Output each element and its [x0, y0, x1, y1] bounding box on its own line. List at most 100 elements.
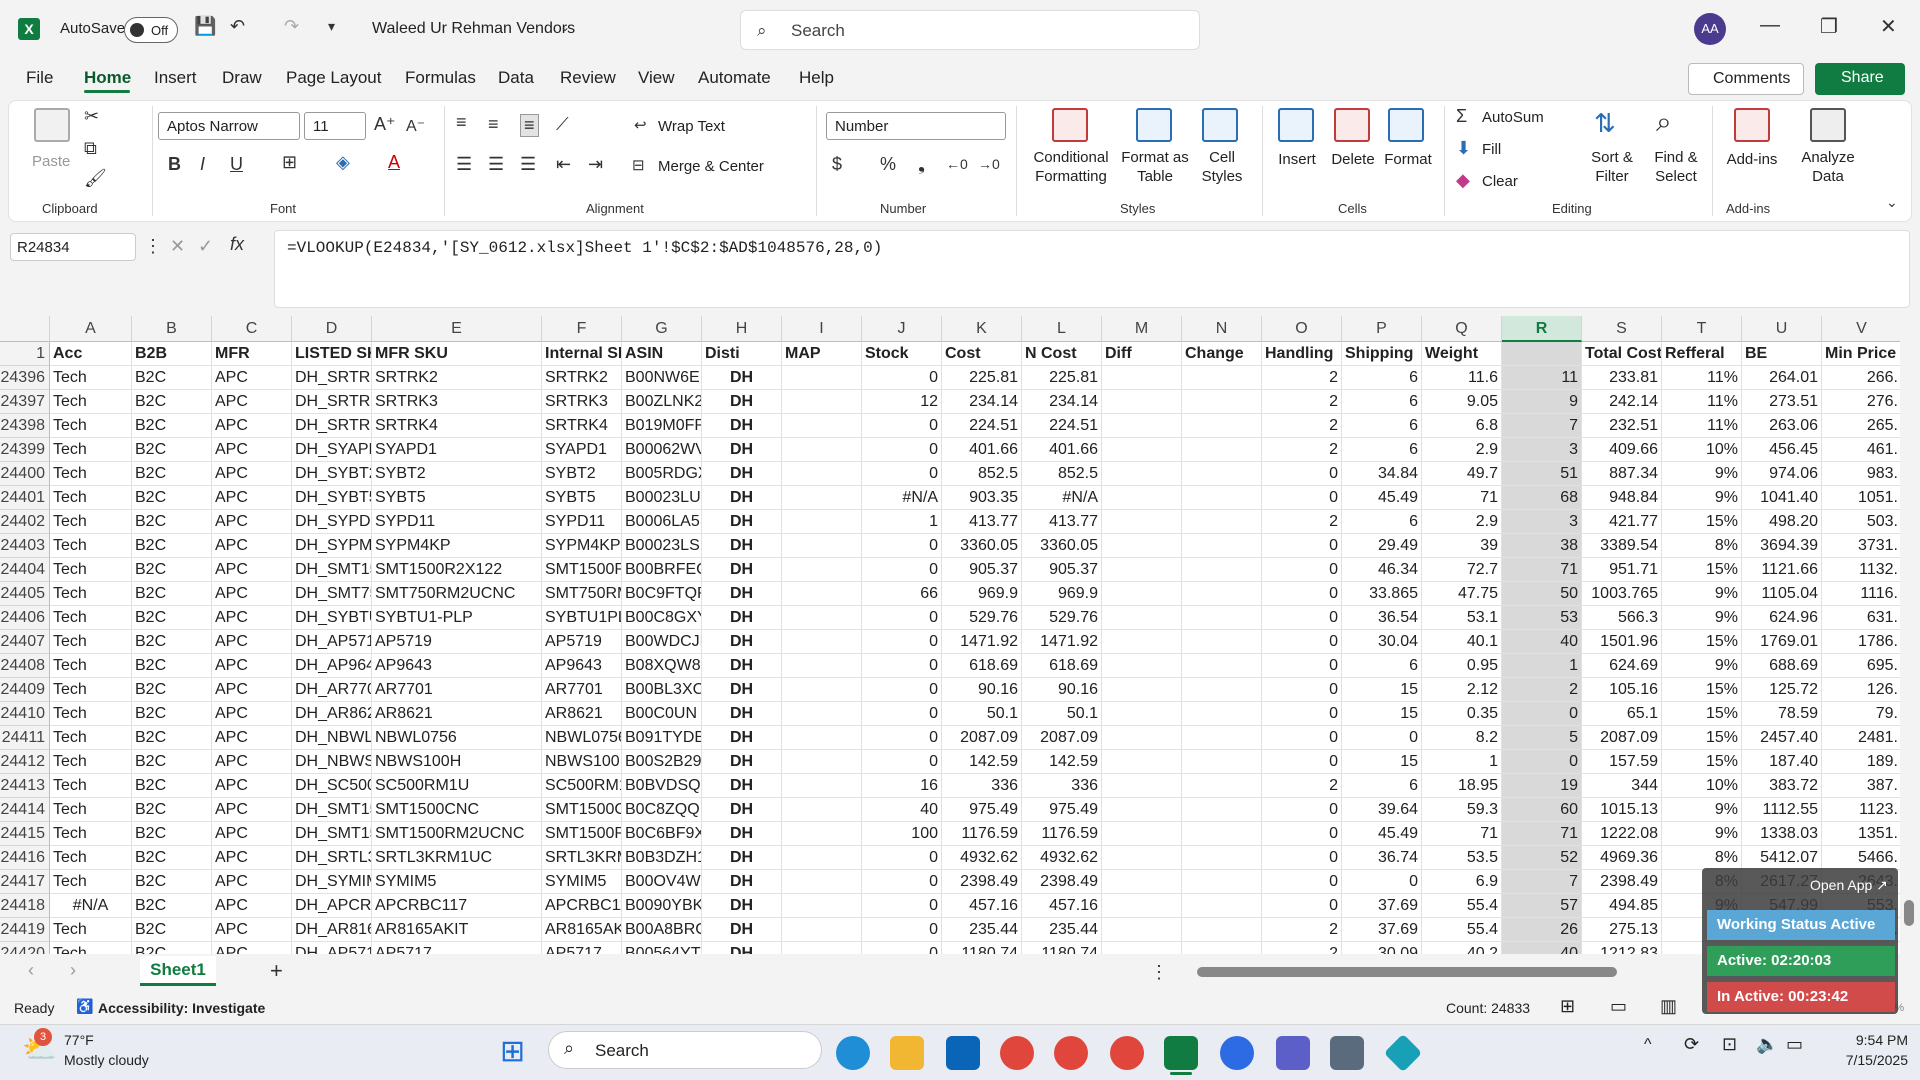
table-cell[interactable]: 45.49 — [1342, 486, 1422, 510]
table-cell[interactable] — [1102, 894, 1182, 918]
table-cell[interactable]: 1212.83 — [1582, 942, 1662, 954]
row-header[interactable]: 24401 — [0, 486, 50, 510]
row-header[interactable]: 24398 — [0, 414, 50, 438]
table-cell[interactable]: 6 — [1342, 774, 1422, 798]
battery-icon[interactable]: ▭ — [1786, 1034, 1803, 1055]
table-cell[interactable] — [1182, 558, 1262, 582]
table-cell[interactable]: 0 — [1502, 702, 1582, 726]
table-cell[interactable]: 401.66 — [1022, 438, 1102, 462]
increase-indent-icon[interactable]: ⇥ — [588, 154, 603, 175]
minimize-icon[interactable]: — — [1760, 14, 1780, 37]
bold-icon[interactable]: B — [168, 154, 181, 175]
table-cell[interactable] — [1182, 750, 1262, 774]
table-cell[interactable] — [782, 390, 862, 414]
table-cell[interactable]: SYBT5 — [542, 486, 622, 510]
table-cell[interactable]: 50.1 — [1022, 702, 1102, 726]
italic-icon[interactable]: I — [200, 154, 205, 175]
weather-description[interactable]: Mostly cloudy — [64, 1052, 149, 1068]
table-cell[interactable]: 0 — [862, 894, 942, 918]
table-cell[interactable]: 529.76 — [1022, 606, 1102, 630]
table-cell[interactable]: APC — [212, 486, 292, 510]
tab-view[interactable]: View — [638, 68, 675, 88]
table-cell[interactable]: 1222.08 — [1582, 822, 1662, 846]
sort-filter-button[interactable]: Sort & Filter — [1582, 148, 1642, 186]
table-cell[interactable]: B2C — [132, 726, 212, 750]
align-left-icon[interactable]: ☰ — [456, 154, 472, 175]
row-header[interactable]: 24418 — [0, 894, 50, 918]
borders-icon[interactable]: ⊞ — [282, 152, 297, 173]
table-cell[interactable]: 0 — [1262, 870, 1342, 894]
table-cell[interactable]: 0 — [862, 366, 942, 390]
header-cell[interactable]: Diff — [1102, 342, 1182, 366]
row-header[interactable]: 24402 — [0, 510, 50, 534]
table-cell[interactable]: DH_AR8621 — [292, 702, 372, 726]
table-cell[interactable] — [1102, 822, 1182, 846]
table-cell[interactable]: 9.05 — [1422, 390, 1502, 414]
table-cell[interactable] — [1182, 774, 1262, 798]
table-cell[interactable]: B2C — [132, 870, 212, 894]
table-cell[interactable]: 3 — [1502, 510, 1582, 534]
table-cell[interactable]: 100 — [862, 822, 942, 846]
row-header[interactable]: 24412 — [0, 750, 50, 774]
table-cell[interactable]: B2C — [132, 846, 212, 870]
table-cell[interactable]: 2 — [1262, 942, 1342, 954]
table-cell[interactable]: DH — [702, 582, 782, 606]
table-cell[interactable] — [1182, 366, 1262, 390]
table-cell[interactable]: 50.1 — [942, 702, 1022, 726]
table-cell[interactable]: 2 — [1262, 414, 1342, 438]
table-cell[interactable]: 36.74 — [1342, 846, 1422, 870]
table-cell[interactable]: 2087.09 — [1582, 726, 1662, 750]
header-cell[interactable]: Total Cost — [1582, 342, 1662, 366]
table-cell[interactable]: 0 — [862, 534, 942, 558]
table-cell[interactable]: B2C — [132, 630, 212, 654]
table-cell[interactable]: SMT1500R — [542, 822, 622, 846]
select-all-corner[interactable] — [0, 316, 50, 342]
align-bottom-icon[interactable]: ≡ — [520, 114, 539, 137]
table-cell[interactable]: B0C8ZQQ — [622, 798, 702, 822]
table-cell[interactable] — [782, 582, 862, 606]
table-cell[interactable]: B00023LU — [622, 486, 702, 510]
table-cell[interactable]: 49.7 — [1422, 462, 1502, 486]
table-cell[interactable]: 413.77 — [1022, 510, 1102, 534]
table-cell[interactable]: 566.3 — [1582, 606, 1662, 630]
row-header[interactable]: 24408 — [0, 654, 50, 678]
column-header-m[interactable]: M — [1102, 316, 1182, 342]
row-header[interactable]: 24405 — [0, 582, 50, 606]
table-cell[interactable]: SYAPD1 — [372, 438, 542, 462]
table-cell[interactable]: 10% — [1662, 438, 1742, 462]
table-cell[interactable]: 36.54 — [1342, 606, 1422, 630]
table-cell[interactable]: Tech — [50, 606, 132, 630]
table-cell[interactable]: 65.1 — [1582, 702, 1662, 726]
orientation-icon[interactable]: ⟋ — [556, 114, 569, 135]
table-cell[interactable]: 39 — [1422, 534, 1502, 558]
table-cell[interactable]: APC — [212, 414, 292, 438]
table-cell[interactable]: B2C — [132, 438, 212, 462]
table-cell[interactable]: AR7701 — [542, 678, 622, 702]
table-cell[interactable] — [1182, 942, 1262, 954]
table-cell[interactable]: B08XQW8 — [622, 654, 702, 678]
maximize-icon[interactable]: ❐ — [1820, 14, 1838, 39]
header-cell[interactable]: Disti — [702, 342, 782, 366]
row-header[interactable]: 24396 — [0, 366, 50, 390]
table-cell[interactable]: DH_SRTL3KRM1UC — [292, 846, 372, 870]
table-cell[interactable]: 0 — [1262, 798, 1342, 822]
table-cell[interactable] — [1102, 798, 1182, 822]
collapse-ribbon-icon[interactable]: ⌄ — [1886, 194, 1898, 211]
table-cell[interactable]: B2C — [132, 654, 212, 678]
normal-view-icon[interactable]: ⊞ — [1560, 996, 1575, 1017]
table-cell[interactable]: DH — [702, 606, 782, 630]
table-cell[interactable]: DH_SC500RM1U — [292, 774, 372, 798]
excel-taskbar-icon[interactable] — [1164, 1036, 1198, 1070]
align-center-icon[interactable]: ☰ — [488, 154, 504, 175]
table-cell[interactable]: 6 — [1342, 414, 1422, 438]
table-cell[interactable]: 3389.54 — [1582, 534, 1662, 558]
paste-button[interactable]: Paste — [32, 152, 70, 171]
table-cell[interactable]: 46.34 — [1342, 558, 1422, 582]
table-cell[interactable]: 6 — [1342, 390, 1422, 414]
tab-insert[interactable]: Insert — [154, 68, 197, 88]
table-cell[interactable]: 2398.49 — [1022, 870, 1102, 894]
table-cell[interactable]: APC — [212, 558, 292, 582]
table-cell[interactable]: DH_SYBT5 — [292, 486, 372, 510]
table-cell[interactable]: DH_NBWL0756 — [292, 726, 372, 750]
table-cell[interactable]: 0 — [1262, 750, 1342, 774]
